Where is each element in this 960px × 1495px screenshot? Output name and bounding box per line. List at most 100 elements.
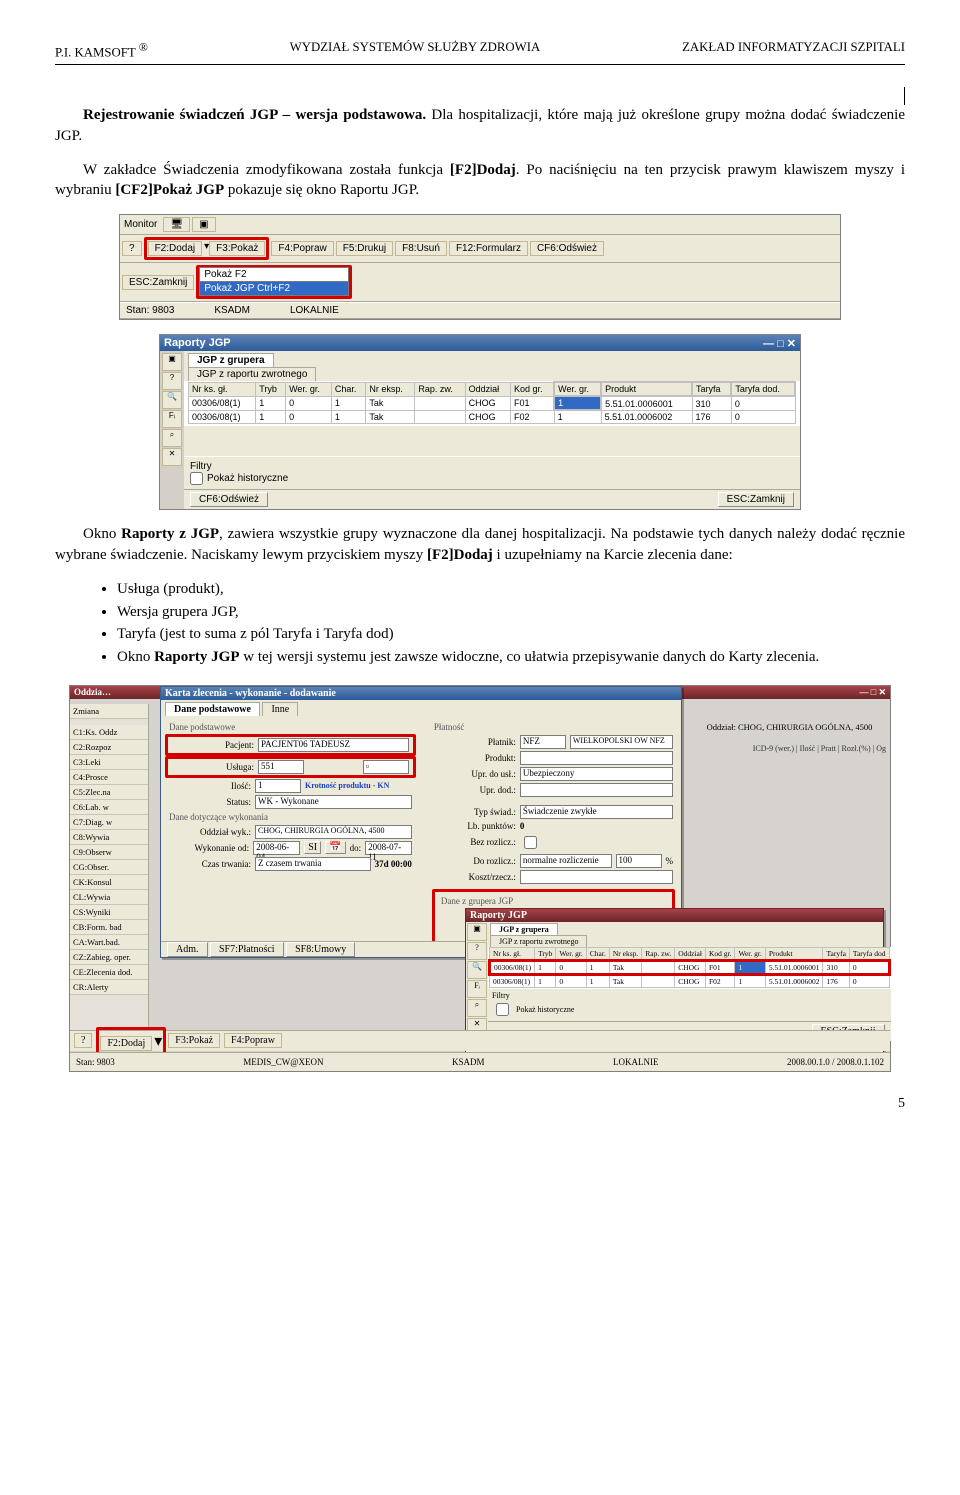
sidebar-item[interactable]: CZ:Zabieg. oper.	[70, 950, 148, 965]
sidebar-item[interactable]: C7:Diag. w	[70, 815, 148, 830]
help-button[interactable]: ?	[122, 241, 142, 256]
sidebar-item[interactable]: CS:Wyniki	[70, 905, 148, 920]
btm-f4-popraw[interactable]: F4:Popraw	[224, 1033, 282, 1048]
c9[interactable]: Produkt	[765, 947, 823, 960]
date-btn[interactable]: SI	[304, 841, 321, 854]
sidebar-item[interactable]: C9:Obserw	[70, 845, 148, 860]
platnik-field[interactable]: NFZ	[520, 735, 566, 749]
koszt-field[interactable]	[520, 870, 673, 884]
sf7-button[interactable]: SF7:Płatności	[210, 942, 284, 957]
c0[interactable]: Nr ks. gł.	[490, 947, 535, 960]
tab2-raport-zw[interactable]: JGP z raportu zwrotnego	[490, 935, 587, 947]
sb-2[interactable]: ?	[467, 942, 487, 960]
col-nr-ks-gl[interactable]: Nr ks. gł.	[189, 382, 256, 396]
f3-pokaz-button[interactable]: F3:Pokaż	[209, 241, 265, 256]
sidebar-item[interactable]: CK:Konsul	[70, 875, 148, 890]
adm-button[interactable]: Adm.	[167, 942, 208, 957]
tab2-gruper[interactable]: JGP z grupera	[490, 923, 558, 935]
dorozl-field[interactable]: normalne rozliczenie	[520, 854, 612, 868]
sb-1[interactable]: ▣	[467, 923, 487, 941]
wyk-do-field[interactable]: 2008-07-11	[365, 841, 412, 855]
btm-f2-dodaj[interactable]: F2:Dodaj	[100, 1036, 152, 1051]
cf6-odswiez-button[interactable]: CF6:Odśwież	[530, 241, 604, 256]
tab-jgp-gruper[interactable]: JGP z grupera	[188, 353, 274, 367]
sidebar-item[interactable]: C6:Lab. w	[70, 800, 148, 815]
col-oddzial[interactable]: Oddział	[465, 382, 510, 396]
upr-field[interactable]: Ubezpieczony	[520, 767, 673, 781]
col-wer-gr2[interactable]: Wer. gr.	[554, 382, 601, 396]
c8[interactable]: Wer. gr.	[735, 947, 765, 960]
usluga-btn[interactable]: ▫	[363, 760, 409, 774]
sidebar-item[interactable]: C5:Zlec.na	[70, 785, 148, 800]
sidebar-item[interactable]: CR:Alerty	[70, 980, 148, 995]
sidebar-item[interactable]: CL:Wywia	[70, 890, 148, 905]
f2-dodaj-button[interactable]: F2:Dodaj	[148, 241, 203, 256]
sidebar-item[interactable]: CB:Form. bad	[70, 920, 148, 935]
table-row[interactable]: 00306/08(1)101TakCHOGF01 1 5.51.01.00060…	[189, 396, 796, 410]
col-char[interactable]: Char.	[331, 382, 366, 396]
dropdown-item-1[interactable]: Pokaż F2	[199, 267, 349, 282]
sidebar-item[interactable]: C1:Ks. Oddz	[70, 725, 148, 740]
col-wer-gr[interactable]: Wer. gr.	[286, 382, 332, 396]
f8-usun-button[interactable]: F8:Usuń	[395, 241, 447, 256]
c11[interactable]: Taryfa dod	[849, 947, 889, 960]
sidebar-btn-4[interactable]: Fᵢ	[162, 410, 182, 428]
sidebar-item[interactable]: C8:Wywia	[70, 830, 148, 845]
proc-field[interactable]: 100	[616, 854, 662, 868]
sidebar-btn-3[interactable]: 🔍	[162, 391, 182, 409]
f12-formularz-button[interactable]: F12:Formularz	[449, 241, 528, 256]
sidebar-btn-2[interactable]: ?	[162, 372, 182, 390]
monitor-icon[interactable]: 🖥	[163, 217, 190, 232]
dropdown-item-2[interactable]: Pokaż JGP Ctrl+F2	[199, 281, 349, 296]
sidebar-item[interactable]: CA:Wart.bad.	[70, 935, 148, 950]
sidebar-item[interactable]: C2:Rozpoz	[70, 740, 148, 755]
esc-zamknij-button[interactable]: ESC:Zamknij	[122, 275, 194, 290]
col-nr-eksp[interactable]: Nr eksp.	[366, 382, 415, 396]
c5[interactable]: Rap. zw.	[642, 947, 675, 960]
pokaz-hist-checkbox2[interactable]	[496, 1003, 509, 1016]
sidebar-item[interactable]: CE:Zlecenia dod.	[70, 965, 148, 980]
tab-inne[interactable]: Inne	[262, 702, 298, 716]
uprdod-field[interactable]	[520, 783, 673, 797]
c1[interactable]: Tryb	[535, 947, 556, 960]
sidebar-item[interactable]: Zmiana	[70, 704, 148, 719]
czas-field[interactable]: Z czasem trwania	[255, 857, 371, 871]
wyk-od-field[interactable]: 2008-06-04	[253, 841, 300, 855]
sb-5[interactable]: ⌕	[467, 999, 487, 1017]
c6[interactable]: Oddział	[675, 947, 706, 960]
c2[interactable]: Wer. gr.	[556, 947, 586, 960]
btm-help[interactable]: ?	[74, 1033, 92, 1048]
sb-3[interactable]: 🔍	[467, 961, 487, 979]
c7[interactable]: Kod gr.	[705, 947, 735, 960]
table-row[interactable]: 00306/08(1)101TakCHOGF0215.51.01.0006002…	[490, 974, 890, 987]
cf6-odswiez-button2[interactable]: CF6:Odśwież	[190, 492, 268, 507]
col-taryfa[interactable]: Taryfa	[692, 382, 731, 396]
typ-field[interactable]: Świadczenie zwykłe	[520, 805, 673, 819]
monitor-icon2[interactable]: ▣	[192, 217, 215, 232]
sidebar-btn-1[interactable]: ▣	[162, 353, 182, 371]
f5-drukuj-button[interactable]: F5:Drukuj	[336, 241, 393, 256]
esc-zamknij-button2[interactable]: ESC:Zamknij	[718, 492, 794, 507]
pokaz-historyczne-checkbox[interactable]	[190, 472, 203, 485]
c4[interactable]: Nr eksp.	[609, 947, 641, 960]
sidebar-btn-5[interactable]: ⌕	[162, 429, 182, 447]
pacjent-field[interactable]: PACJENT06 TADEUSZ	[258, 738, 409, 752]
btm-f3-pokaz[interactable]: F3:Pokaż	[168, 1033, 220, 1048]
ilosc-field[interactable]: 1	[255, 779, 301, 793]
col-tryb[interactable]: Tryb	[256, 382, 286, 396]
c3[interactable]: Char.	[586, 947, 609, 960]
sidebar-btn-6[interactable]: ✕	[162, 448, 182, 466]
odd-field[interactable]: CHOG, CHIRURGIA OGÓLNA, 4500	[255, 825, 412, 839]
table-row[interactable]: 00306/08(1)101TakCHOGF0215.51.01.0006002…	[189, 410, 796, 424]
bez-rozlicz-checkbox[interactable]	[524, 836, 537, 849]
tab-dane-podstawowe[interactable]: Dane podstawowe	[165, 702, 260, 716]
col-rap-zw[interactable]: Rap. zw.	[415, 382, 465, 396]
sidebar-item[interactable]: C4:Prosce	[70, 770, 148, 785]
sb-4[interactable]: Fᵢ	[467, 980, 487, 998]
sf8-button[interactable]: SF8:Umowy	[286, 942, 355, 957]
produkt-field[interactable]	[520, 751, 673, 765]
col-kod-gr[interactable]: Kod gr.	[511, 382, 555, 396]
f4-popraw-button[interactable]: F4:Popraw	[271, 241, 333, 256]
col-produkt[interactable]: Produkt	[601, 382, 692, 396]
c10[interactable]: Taryfa	[823, 947, 849, 960]
